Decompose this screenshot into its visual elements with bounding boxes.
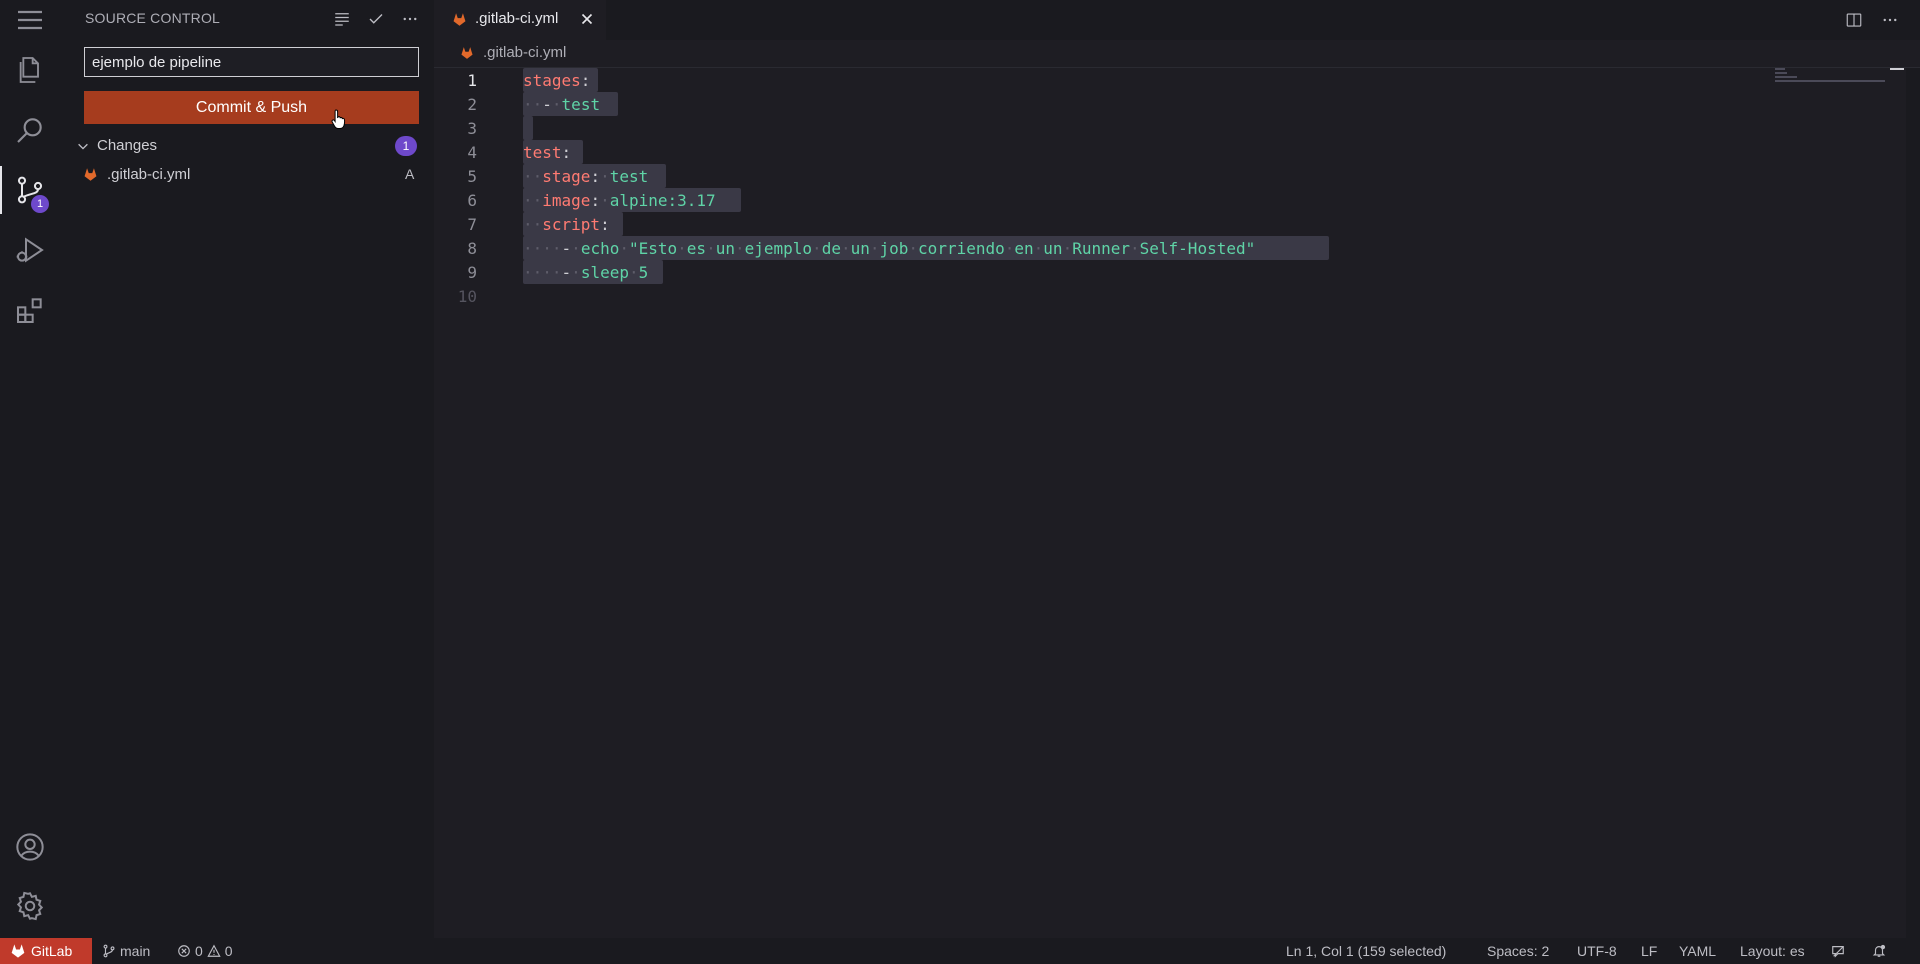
code-text: ····-·echo·"Esto·es·un·ejemplo·de·un·job…	[523, 239, 1256, 258]
editor-scrollbar[interactable]	[1906, 68, 1920, 938]
commit-message-input[interactable]	[84, 47, 419, 77]
line-number: 7	[467, 215, 477, 234]
run-debug-icon[interactable]	[0, 220, 60, 280]
remote-indicator[interactable]: GitLab	[0, 938, 92, 964]
line-number: 4	[467, 143, 477, 162]
changed-file-name: .gitlab-ci.yml	[107, 166, 191, 183]
editor-tab-bar: .gitlab-ci.yml	[434, 0, 1920, 40]
error-icon	[178, 945, 190, 957]
language-mode[interactable]: YAML	[1679, 938, 1716, 964]
source-control-badge: 1	[31, 195, 49, 213]
warning-count: 0	[224, 943, 233, 959]
error-count: 0	[195, 943, 203, 959]
commit-check-icon[interactable]	[362, 6, 390, 32]
tab-label: .gitlab-ci.yml	[475, 10, 559, 27]
code-text: ··script:	[523, 215, 610, 234]
line-number: 6	[467, 191, 477, 210]
gitlab-file-icon	[453, 13, 466, 26]
code-line: 1 stages:	[434, 68, 1920, 92]
code-line: 9 ····-·sleep·5	[434, 260, 1920, 284]
notifications-bell-icon[interactable]	[1872, 938, 1886, 964]
indentation[interactable]: Spaces: 2	[1487, 938, 1549, 964]
close-icon[interactable]	[579, 11, 595, 27]
code-text: stages:	[523, 71, 591, 90]
line-number: 1	[467, 71, 477, 90]
panel-title: SOURCE CONTROL	[85, 10, 221, 26]
tab-gitlab-ci[interactable]: .gitlab-ci.yml	[434, 0, 606, 40]
code-line: 4 test:	[434, 140, 1920, 164]
code-editor[interactable]: 1 stages: 2 ··-·test 3 4 test: 5 ··stage…	[434, 68, 1920, 938]
code-line: 3	[434, 116, 1920, 140]
split-editor-icon[interactable]	[1842, 8, 1866, 32]
code-text: ··image:·alpine:3.17	[523, 191, 716, 210]
code-text: test:	[523, 143, 572, 162]
changes-label: Changes	[97, 137, 158, 154]
code-text: ··stage:·test	[523, 167, 649, 186]
editor-actions	[1842, 8, 1902, 32]
source-control-panel: SOURCE CONTROL Commit & Push Changes 1	[60, 0, 434, 938]
settings-gear-icon[interactable]	[0, 876, 60, 936]
line-number: 10	[457, 287, 477, 306]
changes-count-badge: 1	[395, 136, 417, 156]
line-number: 5	[467, 167, 477, 186]
breadcrumb: .gitlab-ci.yml	[434, 40, 1920, 66]
file-status-added: A	[405, 166, 415, 182]
view-as-tree-icon[interactable]	[328, 6, 356, 32]
problems-indicator[interactable]: 0 0	[177, 938, 233, 964]
gitlab-logo-icon	[11, 944, 25, 958]
line-number: 3	[467, 119, 477, 138]
more-actions-icon[interactable]	[396, 6, 424, 32]
branch-name: main	[120, 943, 151, 959]
end-of-line[interactable]: LF	[1641, 938, 1657, 964]
code-line: 10	[434, 284, 1920, 308]
code-line: 5 ··stage:·test	[434, 164, 1920, 188]
branch-indicator[interactable]: main	[102, 938, 150, 964]
chevron-down-icon	[78, 143, 88, 150]
account-icon[interactable]	[0, 817, 60, 877]
code-text: ··-·test	[523, 95, 601, 114]
keyboard-layout[interactable]: Layout: es	[1740, 938, 1805, 964]
commit-and-push-button[interactable]: Commit & Push	[84, 91, 419, 124]
warning-icon	[207, 944, 221, 957]
remote-label: GitLab	[31, 943, 73, 959]
panel-actions	[328, 6, 424, 32]
cursor-position[interactable]: Ln 1, Col 1 (159 selected)	[1286, 938, 1446, 964]
encoding[interactable]: UTF-8	[1577, 938, 1617, 964]
code-line: 8 ····-·echo·"Esto·es·un·ejemplo·de·un·j…	[434, 236, 1920, 260]
search-icon[interactable]	[0, 100, 60, 160]
gitlab-file-icon	[84, 168, 97, 181]
line-number: 8	[467, 239, 477, 258]
activity-bar: 1	[0, 0, 60, 938]
code-line: 6 ··image:·alpine:3.17	[434, 188, 1920, 212]
changed-file-row[interactable]: .gitlab-ci.yml A	[60, 163, 434, 187]
branch-icon	[103, 944, 115, 958]
cursor-position-marker	[1890, 68, 1904, 70]
code-line: 2 ··-·test	[434, 92, 1920, 116]
minimap[interactable]	[1775, 68, 1887, 86]
hand-cursor-icon	[331, 109, 346, 129]
status-bar: GitLab main 0 0 Ln 1, Col 1 (159 selecte…	[0, 938, 1920, 964]
source-control-icon[interactable]: 1	[0, 160, 60, 220]
gitlab-file-icon	[461, 47, 473, 59]
breadcrumb-file[interactable]: .gitlab-ci.yml	[483, 44, 566, 61]
files-icon[interactable]	[0, 40, 60, 100]
more-actions-icon[interactable]	[1878, 8, 1902, 32]
menu-icon[interactable]	[0, 0, 60, 40]
code-line: 7 ··script:	[434, 212, 1920, 236]
code-text: ····-·sleep·5	[523, 263, 649, 282]
feedback-icon[interactable]	[1831, 938, 1845, 964]
line-number: 9	[467, 263, 477, 282]
changes-group[interactable]: Changes 1	[60, 134, 434, 158]
vscode-window: 1 SOURCE CONTROL Commit	[0, 0, 1920, 964]
extensions-icon[interactable]	[0, 280, 60, 340]
line-number: 2	[467, 95, 477, 114]
